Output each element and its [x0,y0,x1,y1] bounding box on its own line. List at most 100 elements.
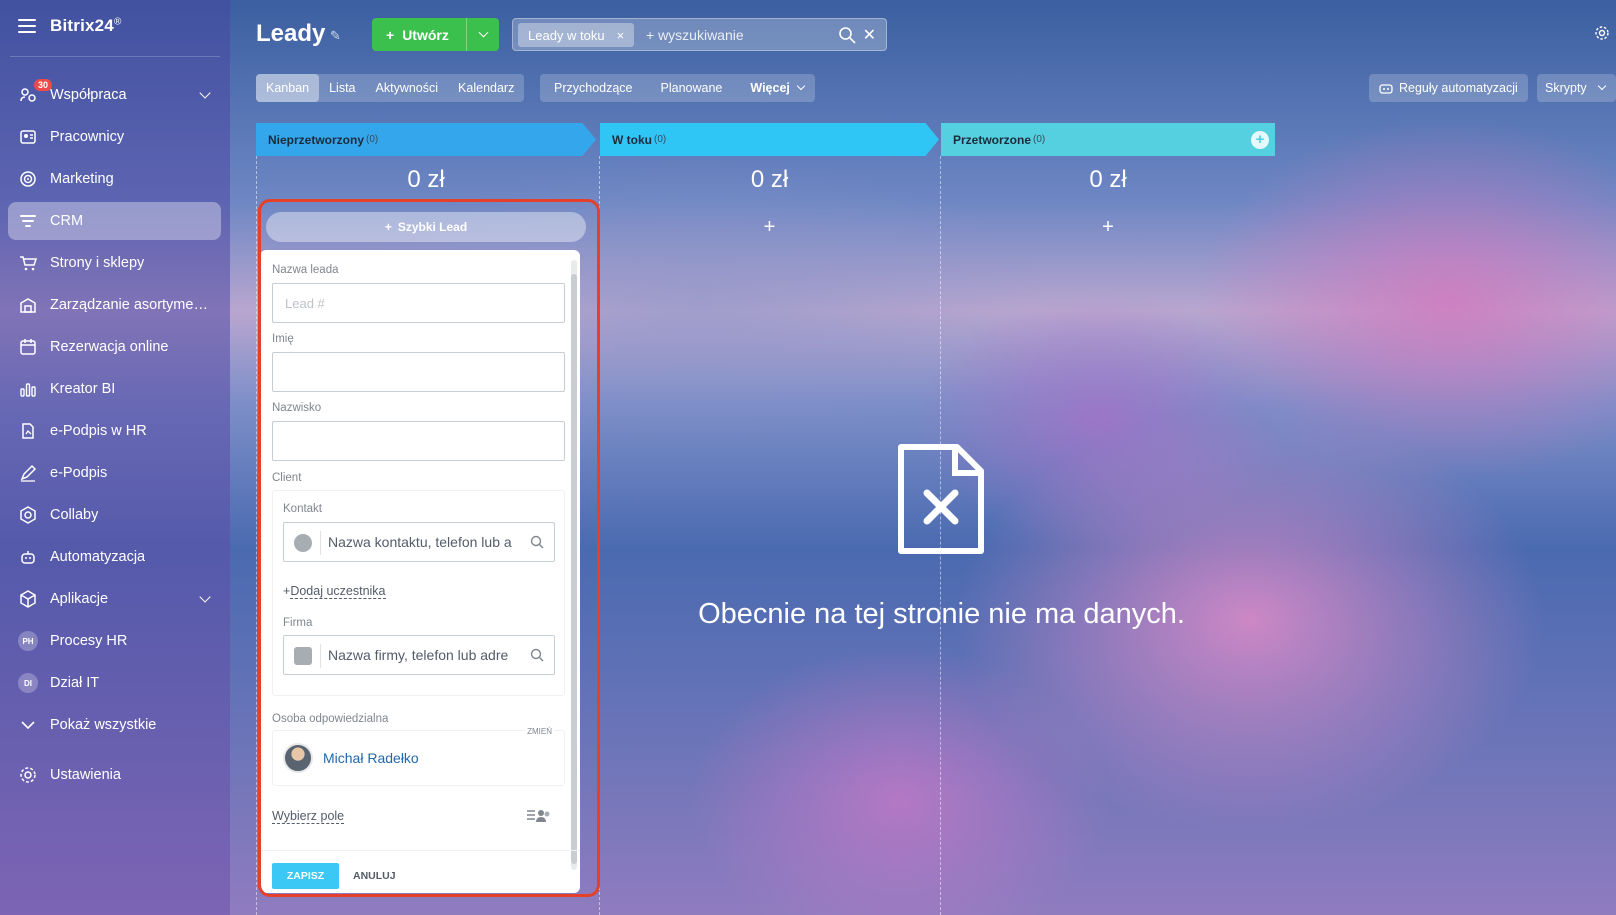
sidebar-item-dzial-it[interactable]: DI Dział IT [8,664,221,702]
search-input[interactable]: + wyszukiwanie [646,27,744,43]
stage-header[interactable]: W toku (0) [600,123,939,156]
brand: Bitrix24® [18,16,122,36]
highlight-frame [258,199,600,897]
close-icon[interactable]: ✕ [863,25,876,45]
stage-sum: 0 zł [1089,166,1127,193]
more-button[interactable]: Więcej [736,74,818,102]
stage-name: Przetworzone [953,132,1032,147]
brand-logo[interactable]: Bitrix24® [50,16,122,36]
cube-icon [18,589,38,609]
id-card-icon [18,127,38,147]
create-button[interactable]: + Utwórz [372,18,499,51]
sidebar: Bitrix24® 30 Współpraca Pracownicy Marke… [0,0,230,915]
sidebar-item-label: Procesy HR [50,633,128,649]
empty-state-message: Obecnie na tej stronie nie ma danych. [698,598,1185,630]
empty-document-icon [898,444,984,554]
sidebar-item-label: e-Podpis w HR [50,423,147,439]
scripts-label: Skrypty [1545,81,1587,95]
sidebar-item-label: Aplikacje [50,591,109,607]
stage-header[interactable]: Nieprzetworzony (0) [256,123,596,156]
stage-sum: 0 zł [407,166,445,193]
create-label: Utwórz [402,26,449,43]
sidebar-item-pokaz-wszystkie[interactable]: Pokaż wszystkie [8,706,221,744]
warehouse-icon [18,295,38,315]
sidebar-item-label: Collaby [50,507,99,523]
automation-rules-button[interactable]: Reguły automatyzacji [1369,74,1528,102]
add-stage-icon[interactable]: + [1251,131,1269,149]
scripts-button[interactable]: Skrypty [1537,74,1616,102]
page-title: Leady [256,20,326,47]
automation-rules-label: Reguły automatyzacji [1399,81,1518,95]
sidebar-item-rezerwacja[interactable]: Rezerwacja online [8,328,221,366]
sidebar-item-collaby[interactable]: Collaby [8,496,221,534]
divider [10,56,220,57]
sidebar-item-pracownicy[interactable]: Pracownicy [8,118,221,156]
add-item-icon[interactable]: + [600,216,939,239]
tab-kalendarz[interactable]: Kalendarz [448,74,524,102]
add-item-icon[interactable]: + [941,216,1275,239]
gear-icon[interactable] [1594,25,1610,41]
sidebar-item-label: Dział IT [50,675,100,691]
create-main-button[interactable]: + Utwórz [372,27,466,43]
sidebar-item-label: Marketing [50,171,114,187]
sidebar-item-procesy-hr[interactable]: PH Procesy HR [8,622,221,660]
stage-name: W toku [612,132,652,147]
tab-przychodzace[interactable]: Przychodzące [540,74,647,102]
sidebar-nav: 30 Współpraca Pracownicy Marketing CRM S… [8,76,221,798]
sidebar-item-epodpis-hr[interactable]: e-Podpis w HR [8,412,221,450]
sidebar-item-marketing[interactable]: Marketing [8,160,221,198]
stage-header[interactable]: Przetworzone (0) + [941,123,1275,156]
view-switcher: Kanban Lista Aktywności Kalendarz [256,74,525,102]
sidebar-item-strony[interactable]: Strony i sklepy [8,244,221,282]
menu-burger-icon[interactable] [18,19,36,33]
sidebar-item-label: CRM [50,213,84,229]
plus-icon: + [386,26,395,43]
sidebar-item-wspolpraca[interactable]: 30 Współpraca [8,76,221,114]
sidebar-item-asortyment[interactable]: Zarządzanie asortymen... [8,286,221,324]
filter-chip[interactable]: Leady w toku × [518,23,635,47]
sidebar-item-label: Strony i sklepy [50,255,145,271]
sidebar-item-label: Pokaż wszystkie [50,717,157,733]
gear-icon [18,765,38,785]
sidebar-item-label: Zarządzanie asortymen... [50,297,210,313]
search-icon[interactable] [838,26,856,44]
group-avatar: PH [18,631,38,651]
filter-chip-label: Leady w toku [528,27,605,43]
chevron-down-icon [18,715,38,735]
bar-chart-icon [18,379,38,399]
calendar-icon [18,337,38,357]
pen-icon [18,463,38,483]
chevron-down-icon [199,591,211,603]
hexagon-icon [18,505,38,525]
sidebar-item-automatyzacja[interactable]: Automatyzacja [8,538,221,576]
stage-sum: 0 zł [750,166,789,193]
chevron-down-icon [199,87,211,99]
stage-count: (0) [1033,134,1046,145]
robot-icon [1379,84,1393,94]
tab-lista[interactable]: Lista [319,74,365,102]
stage-count: (0) [654,134,667,145]
sidebar-item-label: Rezerwacja online [50,339,169,355]
sidebar-item-label: Ustawienia [50,767,121,783]
sidebar-item-aplikacje[interactable]: Aplikacje [8,580,221,618]
chevron-down-icon [478,27,488,38]
sidebar-item-epodpis[interactable]: e-Podpis [8,454,221,492]
chevron-down-icon [1597,81,1606,91]
tab-kanban[interactable]: Kanban [256,74,320,102]
target-icon [18,169,38,189]
sidebar-item-kreator-bi[interactable]: Kreator BI [8,370,221,408]
pin-icon[interactable]: ✎ [330,28,341,44]
tab-planowane[interactable]: Planowane [647,74,737,102]
create-dropdown-button[interactable] [467,27,499,38]
cart-icon [18,253,38,273]
column-divider [256,156,257,915]
chevron-down-icon [796,81,806,91]
notification-badge: 30 [34,79,53,91]
sidebar-item-crm[interactable]: CRM [8,202,221,240]
sidebar-item-ustawienia[interactable]: Ustawienia [8,756,221,794]
search-filter-box[interactable]: Leady w toku × + wyszukiwanie ✕ [512,18,887,51]
tab-aktywnosci[interactable]: Aktywności [366,74,449,102]
close-icon[interactable]: × [617,28,625,43]
group-avatar: DI [18,673,38,693]
sidebar-item-label: Automatyzacja [50,549,146,565]
